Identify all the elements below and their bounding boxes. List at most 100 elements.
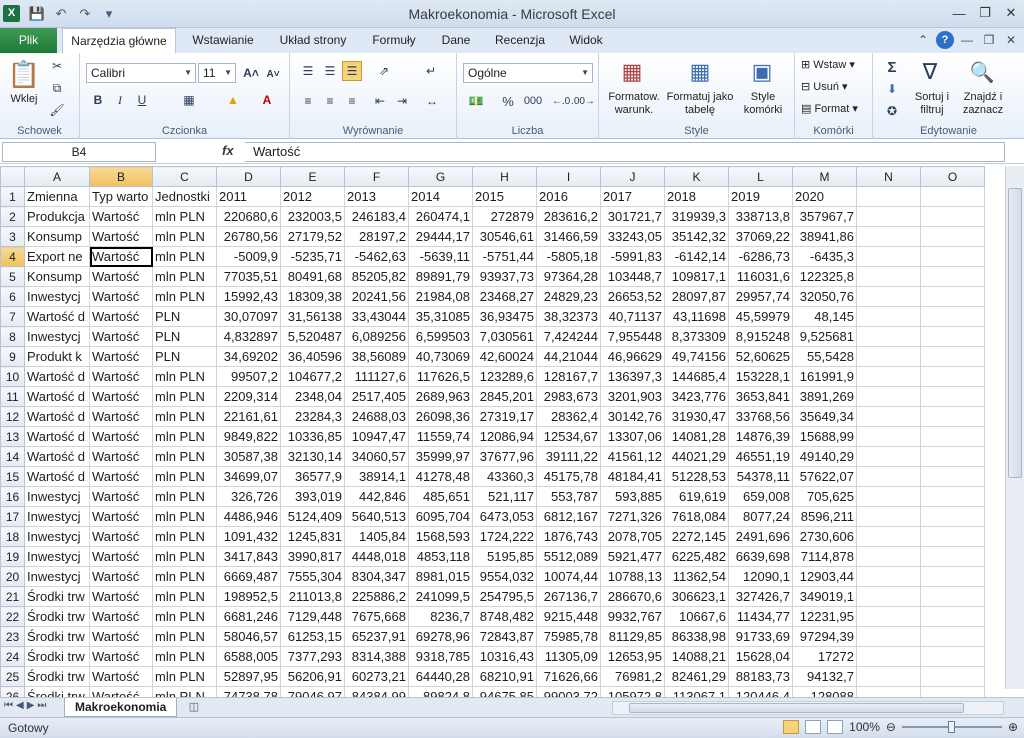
cell[interactable]: 4,832897 [216,326,281,347]
cell[interactable]: 2209,314 [216,386,281,407]
tab-view[interactable]: Widok [560,28,612,53]
name-box[interactable]: B4 [2,142,156,162]
cell[interactable]: 2016 [536,186,601,207]
cell[interactable]: 45175,78 [536,466,601,487]
cell[interactable] [856,666,921,687]
cell[interactable]: 65237,91 [344,626,409,647]
cell[interactable]: 10788,13 [600,566,665,587]
cell[interactable]: 10667,6 [664,606,729,627]
cell[interactable]: Środki trw [24,666,90,687]
bold-button[interactable]: B [90,91,106,109]
cell[interactable]: mln PLN [152,226,217,247]
cell[interactable]: 34699,07 [216,466,281,487]
cell[interactable]: Wartość [89,206,153,227]
cell[interactable]: -5009,9 [216,246,281,267]
page-layout-view-icon[interactable] [805,720,822,734]
cell[interactable]: 93937,73 [472,266,537,287]
row-header[interactable]: 11 [0,386,25,407]
cell[interactable]: 37677,96 [472,446,537,467]
cell[interactable]: Wartość [89,466,153,487]
align-center-icon[interactable]: ≡ [320,91,340,111]
cell[interactable]: 128088 [792,686,857,697]
cell[interactable]: 38,56089 [344,346,409,367]
cell[interactable] [920,266,985,287]
cell[interactable]: Inwestycj [24,526,90,547]
cell[interactable]: 120446,4 [728,686,793,697]
paste-button[interactable]: Wklej [4,93,44,106]
cell[interactable] [920,326,985,347]
cell[interactable]: Typ warto [89,186,153,207]
cell[interactable]: 86338,98 [664,626,729,647]
format-painter-icon[interactable]: 🖌 [48,101,66,119]
cell[interactable]: 26780,56 [216,226,281,247]
cell[interactable]: 88183,73 [728,666,793,687]
cell[interactable]: 232003,5 [280,206,345,227]
cell[interactable]: 40,71137 [600,306,665,327]
cell[interactable] [856,686,921,697]
tab-data[interactable]: Dane [432,28,480,53]
row-header[interactable]: 18 [0,526,25,547]
cell[interactable]: 8304,347 [344,566,409,587]
cell[interactable]: 54378,11 [728,466,793,487]
wrap-text-icon[interactable]: ↵ [420,61,442,81]
cell[interactable]: 8236,7 [408,606,473,627]
cell[interactable]: 1876,743 [536,526,601,547]
cell[interactable] [856,326,921,347]
row-header[interactable]: 23 [0,626,25,647]
cell[interactable]: 7129,448 [280,606,345,627]
row-header[interactable]: 26 [0,686,25,697]
cell[interactable]: mln PLN [152,546,217,567]
row-header[interactable]: 9 [0,346,25,367]
cell[interactable]: 3990,817 [280,546,345,567]
column-header[interactable]: O [920,166,985,187]
row-header[interactable]: 20 [0,566,25,587]
cell[interactable]: PLN [152,306,217,327]
cell[interactable] [920,346,985,367]
cell[interactable]: 6473,053 [472,506,537,527]
cell[interactable]: 5921,477 [600,546,665,567]
cell[interactable]: Wartość [89,286,153,307]
cell[interactable]: 283616,2 [536,206,601,227]
cell[interactable]: Konsump [24,266,90,287]
cell[interactable] [920,366,985,387]
cell[interactable]: 75985,78 [536,626,601,647]
cell[interactable]: 35999,97 [408,446,473,467]
cell[interactable]: mln PLN [152,586,217,607]
cell[interactable]: 10316,43 [472,646,537,667]
cell[interactable]: 1405,84 [344,526,409,547]
cell[interactable]: 3891,269 [792,386,857,407]
cell[interactable]: 15628,04 [728,646,793,667]
cell[interactable]: 31930,47 [664,406,729,427]
cell[interactable] [920,626,985,647]
cell[interactable]: 13307,06 [600,426,665,447]
cell[interactable]: mln PLN [152,426,217,447]
cell[interactable] [856,506,921,527]
align-top-icon[interactable]: ☰ [298,61,318,81]
cell[interactable]: 3423,776 [664,386,729,407]
cell[interactable]: 23468,27 [472,286,537,307]
cell[interactable] [920,426,985,447]
conditional-formatting-button[interactable]: Formatow. warunk. [601,91,667,117]
cell[interactable]: 52897,95 [216,666,281,687]
cell[interactable]: Wartość [89,426,153,447]
cell[interactable] [856,606,921,627]
cell[interactable] [920,406,985,427]
column-header[interactable]: A [24,166,90,187]
cell[interactable] [920,466,985,487]
cell[interactable]: 48184,41 [600,466,665,487]
cell[interactable]: 2019 [728,186,793,207]
cell[interactable] [856,466,921,487]
cell[interactable]: Wartość [89,646,153,667]
decrease-indent-icon[interactable]: ⇤ [370,91,390,111]
cell[interactable]: 5,520487 [280,326,345,347]
sort-filter-button[interactable]: Sortuj i filtruj [907,91,957,117]
cell[interactable]: 26098,36 [408,406,473,427]
cell[interactable]: mln PLN [152,626,217,647]
cell[interactable]: 11434,77 [728,606,793,627]
cell[interactable]: 32130,14 [280,446,345,467]
zoom-in-icon[interactable]: ⊕ [1008,720,1018,734]
cell[interactable]: 46551,19 [728,446,793,467]
cell[interactable]: 94132,7 [792,666,857,687]
cell[interactable]: 68210,91 [472,666,537,687]
cell[interactable]: 9849,822 [216,426,281,447]
